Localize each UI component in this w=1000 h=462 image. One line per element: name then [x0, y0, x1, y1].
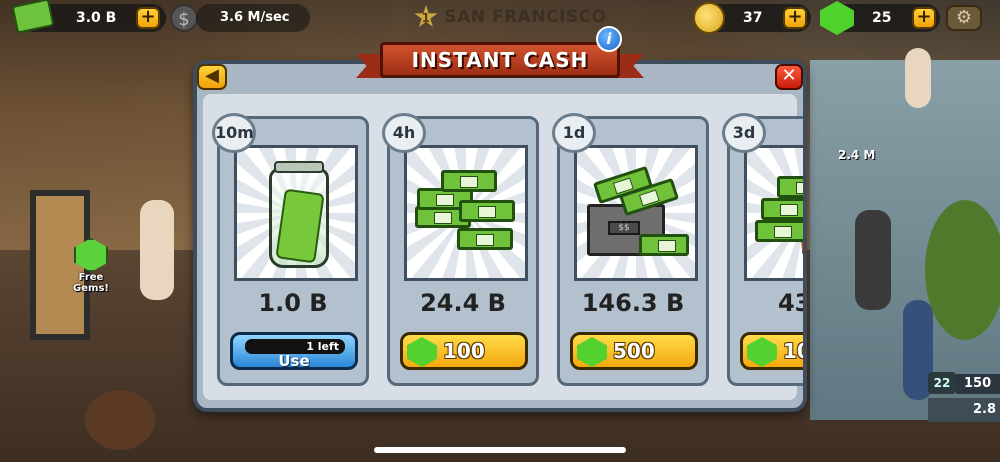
cash-counter: 3.0 B +: [11, 0, 166, 34]
cash-stack-icon: [11, 0, 55, 34]
offer-timer: 4h: [382, 113, 426, 153]
gem-cost: 100: [443, 339, 485, 363]
gem-icon: [407, 337, 437, 367]
income-amount: 3.6 M/sec: [220, 10, 290, 25]
offer-card[interactable]: 1d $$ 146.3 B 500: [552, 113, 709, 386]
coin-counter: 37 +: [693, 2, 811, 34]
income-rate: 3.6 M/sec: [196, 4, 310, 32]
home-indicator[interactable]: [374, 447, 626, 453]
gem-icon: [747, 337, 777, 367]
offer-timer: 3d: [722, 113, 766, 153]
add-coins-button[interactable]: +: [783, 7, 807, 29]
gem-cost: 500: [613, 339, 655, 363]
room-top-value: 150: [956, 374, 1000, 394]
free-gems-label-line1: Free: [78, 272, 104, 283]
room-upgrade-badge[interactable]: 22 150 2.8: [928, 372, 1000, 422]
cash-amount: 3.0 B: [76, 10, 117, 26]
city-title[interactable]: 1 SAN FRANCISCO: [414, 5, 607, 31]
coin-amount: 37: [743, 10, 763, 26]
room-level: 22: [928, 372, 956, 394]
city-level-star-icon: 1: [414, 5, 438, 27]
add-cash-button[interactable]: +: [136, 7, 160, 29]
gem-amount: 25: [872, 10, 892, 26]
offer-image: [234, 145, 358, 281]
info-icon[interactable]: i: [596, 26, 622, 52]
offer-image: [404, 145, 528, 281]
offer-card[interactable]: 10m 1.0 B 1 left Use: [212, 113, 369, 386]
free-gems-button[interactable]: Free Gems!: [66, 238, 116, 294]
offer-amount: 438: [777, 289, 803, 317]
buy-with-gems-button[interactable]: 100: [400, 332, 528, 370]
add-gems-button[interactable]: +: [912, 7, 936, 29]
npc-character[interactable]: [855, 210, 891, 310]
close-icon[interactable]: ✕: [775, 64, 803, 90]
dollar-icon: $: [170, 4, 198, 32]
plant-decor: [925, 200, 1000, 340]
use-button[interactable]: 1 left Use: [230, 332, 358, 370]
cash-jar-icon: [269, 161, 329, 268]
side-room-income: 2.4 M: [838, 148, 876, 162]
offer-image: $$: [574, 145, 698, 281]
offer-card[interactable]: 3d 438 10: [722, 113, 803, 386]
back-arrow-icon[interactable]: ◀: [197, 64, 227, 90]
gem-cost: 10: [783, 339, 803, 363]
offer-timer: 10m: [212, 113, 256, 153]
use-label: Use: [278, 352, 310, 370]
offer-card[interactable]: 4h 24.4 B 100: [382, 113, 539, 386]
floor-decor: [85, 390, 155, 450]
offer-amount: 1.0 B: [258, 289, 328, 317]
offer-image: [744, 145, 803, 281]
buy-with-gems-button[interactable]: 10: [740, 332, 803, 370]
offer-amount: 24.4 B: [420, 289, 506, 317]
gem-counter: 25 +: [820, 1, 940, 35]
coin-icon: [693, 2, 725, 34]
gem-icon: [577, 337, 607, 367]
buy-with-gems-button[interactable]: 500: [570, 332, 698, 370]
room-bottom-value: 2.8: [928, 398, 1000, 422]
gem-icon: [74, 238, 108, 272]
gear-icon[interactable]: ⚙: [946, 5, 982, 31]
offer-list: 10m 1.0 B 1 left Use 4h 24.4 B 100 1d $$…: [212, 113, 803, 396]
offer-timer: 1d: [552, 113, 596, 153]
city-name: SAN FRANCISCO: [444, 7, 607, 27]
instant-cash-dialog: 10m 1.0 B 1 left Use 4h 24.4 B 100 1d $$…: [193, 60, 807, 412]
npc-character[interactable]: [140, 200, 174, 300]
free-gems-label-line2: Gems!: [73, 283, 109, 294]
npc-character[interactable]: [905, 48, 931, 108]
offer-amount: 146.3 B: [581, 289, 685, 317]
dialog-title: INSTANT CASH: [380, 42, 620, 78]
